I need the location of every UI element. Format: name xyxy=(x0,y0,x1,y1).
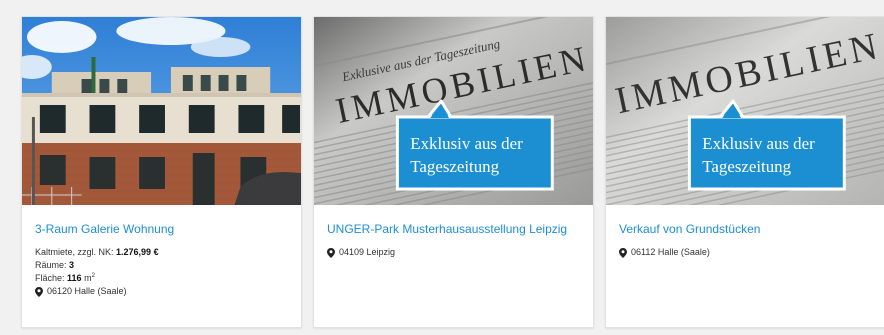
listing-title[interactable]: Verkauf von Grundstücken xyxy=(619,222,872,237)
rooms-label: Räume: xyxy=(35,260,70,270)
map-marker-icon xyxy=(619,247,627,258)
map-marker-icon xyxy=(327,247,335,258)
location-text: 06120 Halle (Saale) xyxy=(47,286,127,296)
newspaper-photo-icon: IMMOBILIEN Exklusiv aus der Tageszeitung xyxy=(606,17,884,205)
listing-image[interactable]: Exklusive aus der Tageszeitung IMMOBILIE… xyxy=(314,17,593,205)
listing-image[interactable]: IMMOBILIEN Exklusiv aus der Tageszeitung xyxy=(606,17,884,205)
area-unit-exponent: 2 xyxy=(91,273,95,279)
location-line: 06120 Halle (Saale) xyxy=(35,285,288,298)
listing-title[interactable]: 3-Raum Galerie Wohnung xyxy=(35,222,288,237)
location-line: 06112 Halle (Saale) xyxy=(619,246,872,259)
rent-label: Kaltmiete, zzgl. NK: xyxy=(35,247,117,257)
badge-line-2: Tageszeitung xyxy=(702,157,791,176)
area-value: 116 xyxy=(67,273,82,283)
listing-image[interactable] xyxy=(22,17,301,205)
listing-grid: 3-Raum Galerie Wohnung Kaltmiete, zzgl. … xyxy=(0,0,884,335)
listing-card[interactable]: 3-Raum Galerie Wohnung Kaltmiete, zzgl. … xyxy=(21,16,302,328)
badge-line-1: Exklusiv aus der xyxy=(702,134,815,153)
area-label: Fläche: xyxy=(35,273,68,283)
newspaper-photo-icon: Exklusive aus der Tageszeitung IMMOBILIE… xyxy=(314,17,593,205)
listing-card[interactable]: IMMOBILIEN Exklusiv aus der Tageszeitung… xyxy=(605,16,884,328)
listing-title[interactable]: UNGER-Park Musterhausausstellung Leipzig xyxy=(327,222,580,237)
listing-card[interactable]: Exklusive aus der Tageszeitung IMMOBILIE… xyxy=(313,16,594,328)
location-line: 04109 Leipzig xyxy=(327,246,580,259)
badge-line-2: Tageszeitung xyxy=(410,157,499,176)
rooms-line: Räume: 3 xyxy=(35,259,288,272)
badge-line-1: Exklusiv aus der xyxy=(410,134,523,153)
location-text: 06112 Halle (Saale) xyxy=(631,247,710,257)
map-marker-icon xyxy=(35,286,43,297)
location-text: 04109 Leipzig xyxy=(339,247,396,257)
rent-value: 1.276,99 € xyxy=(116,247,159,257)
area-line: Fläche: 116 m2 xyxy=(35,272,288,285)
building-photo-icon xyxy=(22,17,301,205)
rent-line: Kaltmiete, zzgl. NK: 1.276,99 € xyxy=(35,246,288,259)
rooms-value: 3 xyxy=(69,260,75,270)
area-unit: m xyxy=(84,273,92,283)
